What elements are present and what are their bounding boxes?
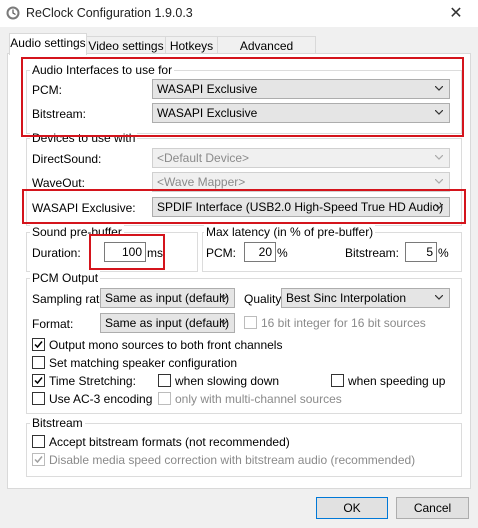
- select-value: Best Sinc Interpolation: [286, 291, 407, 305]
- ok-button[interactable]: OK: [316, 497, 388, 519]
- mono-to-front-label: Output mono sources to both front channe…: [49, 338, 283, 352]
- mono-to-front-checkbox[interactable]: [32, 338, 45, 351]
- chevron-down-icon: [220, 295, 228, 300]
- time-stretching-checkbox[interactable]: [32, 374, 45, 387]
- chevron-down-icon: [220, 320, 228, 325]
- latency-bitstream-unit: %: [438, 246, 449, 260]
- select-value: <Default Device>: [157, 151, 250, 165]
- ac3-encoding-label: Use AC-3 encoding: [49, 392, 153, 406]
- checkmark-icon: [34, 377, 43, 385]
- checkmark-icon: [34, 456, 43, 464]
- format-label: Format:: [32, 317, 74, 331]
- select-value: Same as input (default): [105, 316, 230, 330]
- latency-pcm-label: PCM:: [206, 246, 236, 260]
- title-bar: ReClock Configuration 1.9.0.3 ✕: [0, 0, 478, 27]
- latency-pcm-unit: %: [277, 246, 288, 260]
- chevron-down-icon: [435, 179, 443, 184]
- reclock-config-window: ReClock Configuration 1.9.0.3 ✕ Audio se…: [0, 0, 478, 528]
- tab-label: Video settings: [88, 39, 164, 53]
- accept-bitstream-label: Accept bitstream formats (not recommende…: [49, 435, 290, 449]
- quality-label: Quality:: [244, 292, 285, 306]
- max-latency-legend: Max latency (in % of pre-buffer): [204, 225, 376, 239]
- disable-speed-correction-label: Disable media speed correction with bits…: [49, 453, 416, 467]
- latency-bitstream-input[interactable]: 5: [405, 242, 437, 262]
- multichannel-only-label: only with multi-channel sources: [175, 392, 342, 406]
- cancel-button[interactable]: Cancel: [396, 497, 469, 519]
- directsound-label: DirectSound:: [32, 152, 102, 166]
- chevron-down-icon: [435, 295, 443, 300]
- when-speeding-up-label: when speeding up: [348, 374, 446, 388]
- multichannel-only-checkbox: [158, 392, 171, 405]
- sixteen-bit-checkbox: [244, 316, 257, 329]
- speaker-config-label: Set matching speaker configuration: [49, 356, 238, 370]
- window-title: ReClock Configuration 1.9.0.3: [26, 6, 193, 20]
- sampling-rate-label: Sampling rate:: [32, 292, 110, 306]
- time-stretching-label: Time Stretching:: [49, 374, 136, 388]
- format-select[interactable]: Same as input (default): [100, 313, 235, 333]
- bitstream-legend: Bitstream: [30, 416, 85, 430]
- waveout-label: WaveOut:: [32, 176, 85, 190]
- duration-label: Duration:: [32, 246, 81, 260]
- accept-bitstream-checkbox[interactable]: [32, 435, 45, 448]
- sampling-rate-select[interactable]: Same as input (default): [100, 288, 235, 308]
- app-icon: [6, 6, 20, 20]
- speaker-config-checkbox[interactable]: [32, 356, 45, 369]
- directsound-device-select: <Default Device>: [152, 148, 450, 168]
- highlight-audio-interfaces: [21, 57, 464, 137]
- latency-bitstream-label: Bitstream:: [345, 246, 400, 260]
- highlight-wasapi-device: [22, 189, 466, 224]
- bitstream-group: [26, 423, 462, 477]
- close-button[interactable]: ✕: [434, 0, 478, 27]
- when-slowing-down-label: when slowing down: [175, 374, 280, 388]
- latency-pcm-input[interactable]: 20: [244, 242, 276, 262]
- sixteen-bit-label: 16 bit integer for 16 bit sources: [261, 316, 426, 330]
- disable-speed-correction-checkbox: [32, 453, 45, 466]
- tab-audio-settings[interactable]: Audio settings: [9, 33, 87, 55]
- tab-label: Hotkeys: [169, 39, 214, 53]
- ac3-encoding-checkbox[interactable]: [32, 392, 45, 405]
- chevron-down-icon: [435, 155, 443, 160]
- tab-label: Audio settings: [10, 36, 86, 50]
- highlight-duration: [89, 234, 165, 270]
- pcm-output-legend: PCM Output: [30, 271, 101, 285]
- select-value: <Wave Mapper>: [157, 175, 246, 189]
- when-slowing-down-checkbox[interactable]: [158, 374, 171, 387]
- quality-select[interactable]: Best Sinc Interpolation: [281, 288, 450, 308]
- checkmark-icon: [34, 341, 43, 349]
- close-icon: ✕: [449, 5, 463, 22]
- select-value: Same as input (default): [105, 291, 230, 305]
- when-speeding-up-checkbox[interactable]: [331, 374, 344, 387]
